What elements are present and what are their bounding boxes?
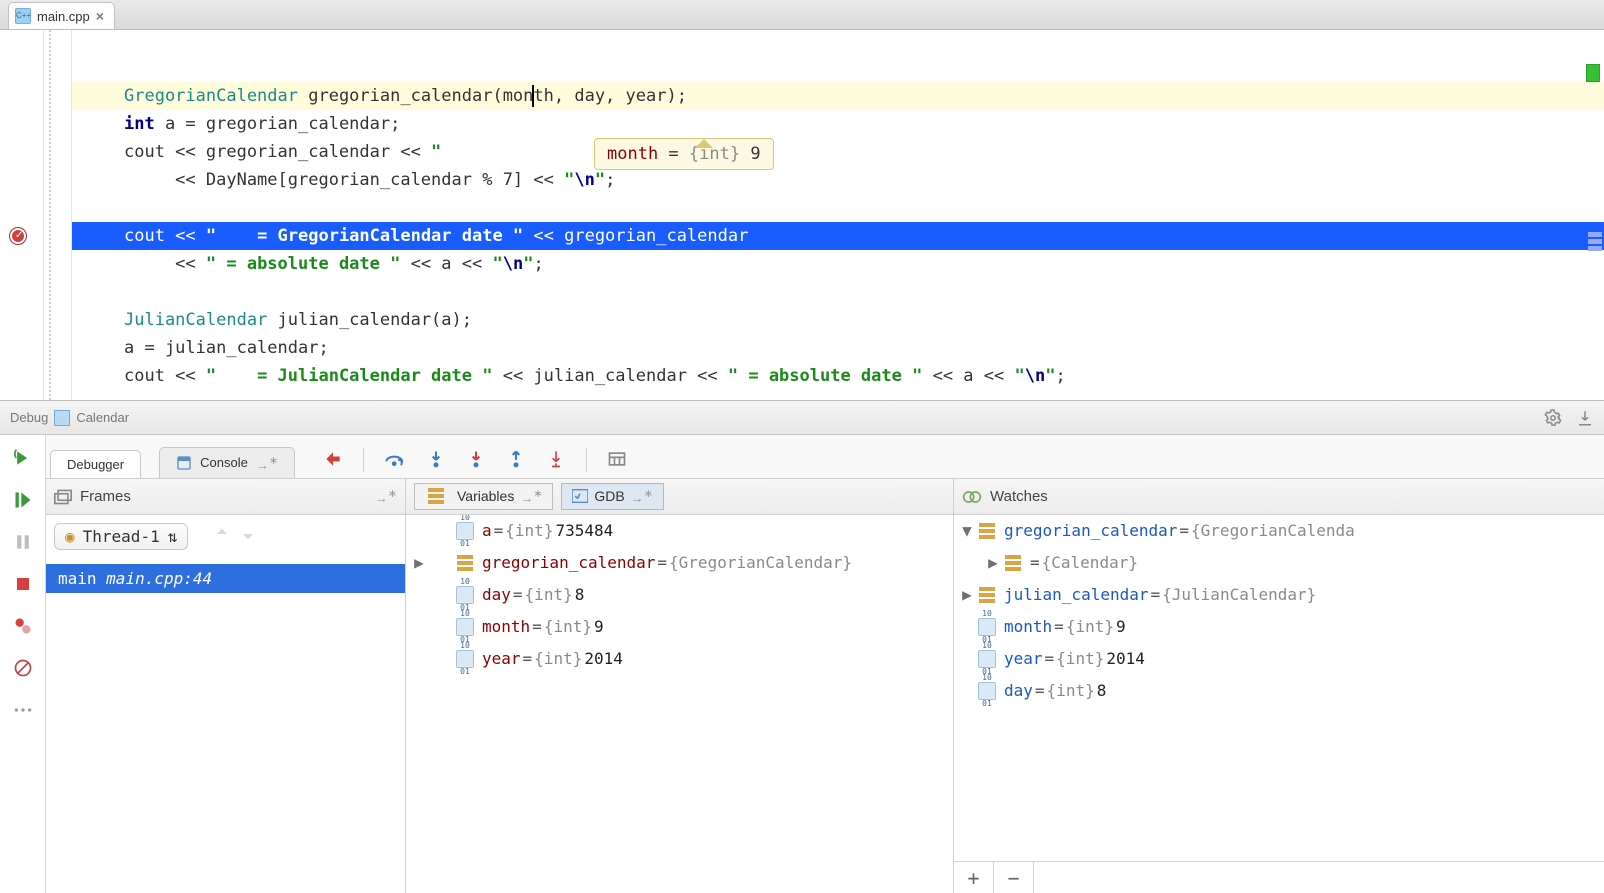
chevron-right-icon[interactable]: ▶ bbox=[960, 582, 974, 608]
add-watch-button[interactable]: + bbox=[954, 862, 994, 893]
run-config-icon bbox=[54, 410, 70, 426]
editor-gutter[interactable] bbox=[0, 30, 44, 400]
debug-label: Debug bbox=[10, 410, 48, 425]
stop-icon[interactable] bbox=[12, 573, 34, 595]
chevron-down-icon[interactable]: ▼ bbox=[960, 518, 974, 544]
tab-console[interactable]: Console →∗ bbox=[159, 447, 295, 478]
debug-value-tooltip: month = {int} 9 bbox=[594, 138, 774, 170]
watch-row[interactable]: ▶julian_calendar = {JulianCalendar} bbox=[954, 579, 1604, 611]
editor-tabbar: C++ main.cpp × bbox=[0, 0, 1604, 30]
show-execution-point-icon[interactable] bbox=[323, 449, 343, 472]
variables-tree[interactable]: 1001a = {int} 735484 ▶gregorian_calendar… bbox=[406, 515, 953, 893]
mute-breakpoints-icon[interactable] bbox=[12, 657, 34, 679]
object-icon bbox=[978, 522, 996, 540]
watch-row[interactable]: 1001month = {int} 9 bbox=[954, 611, 1604, 643]
watches-pane: Watches ▼gregorian_calendar = {Gregorian… bbox=[954, 479, 1604, 893]
watch-row[interactable]: ▶ = {Calendar} bbox=[954, 547, 1604, 579]
fold-column[interactable] bbox=[44, 30, 72, 400]
variable-row[interactable]: 1001day = {int} 8 bbox=[406, 579, 953, 611]
tab-gdb[interactable]: GDB→∗ bbox=[561, 483, 663, 509]
frames-title: Frames bbox=[80, 488, 131, 505]
primitive-icon: 1001 bbox=[456, 650, 474, 668]
gdb-icon bbox=[572, 489, 588, 503]
frames-icon bbox=[54, 489, 72, 505]
run-config-name: Calendar bbox=[76, 410, 129, 425]
cpp-file-icon: C++ bbox=[15, 8, 31, 24]
frame-list[interactable]: main main.cpp:44 bbox=[46, 564, 405, 593]
variable-row[interactable]: ▶gregorian_calendar = {GregorianCalendar… bbox=[406, 547, 953, 579]
chevron-right-icon[interactable]: ▶ bbox=[412, 550, 426, 576]
watches-tree[interactable]: ▼gregorian_calendar = {GregorianCalenda … bbox=[954, 515, 1604, 893]
pin-icon[interactable]: →∗ bbox=[375, 487, 397, 505]
resume-icon[interactable] bbox=[12, 489, 34, 511]
primitive-icon: 1001 bbox=[456, 522, 474, 540]
run-to-cursor-icon[interactable] bbox=[546, 449, 566, 472]
step-into-icon[interactable] bbox=[426, 449, 446, 472]
variable-row[interactable]: 1001year = {int} 2014 bbox=[406, 643, 953, 675]
step-over-icon[interactable] bbox=[384, 449, 406, 472]
close-icon[interactable]: × bbox=[96, 8, 104, 24]
watch-row[interactable]: ▼gregorian_calendar = {GregorianCalenda bbox=[954, 515, 1604, 547]
prev-frame-icon[interactable] bbox=[214, 526, 230, 546]
debug-panel: Debugger Console →∗ bbox=[0, 435, 1604, 893]
download-icon[interactable] bbox=[1576, 409, 1594, 427]
editor-tab-label: main.cpp bbox=[37, 9, 90, 24]
watch-row[interactable]: 1001day = {int} 8 bbox=[954, 675, 1604, 707]
analysis-marker-icon[interactable] bbox=[1586, 64, 1600, 82]
variables-pane: Variables→∗ GDB→∗ 1001a = {int} 735484 ▶… bbox=[406, 479, 954, 893]
code-area[interactable]: GregorianCalendar gregorian_calendar(mon… bbox=[72, 30, 1604, 400]
console-icon bbox=[176, 455, 192, 471]
overview-ruler[interactable] bbox=[1588, 230, 1602, 253]
code-editor[interactable]: GregorianCalendar gregorian_calendar(mon… bbox=[0, 30, 1604, 400]
debug-left-toolbar bbox=[0, 435, 46, 893]
watch-row[interactable]: 1001year = {int} 2014 bbox=[954, 643, 1604, 675]
thread-icon: ◉ bbox=[65, 527, 75, 546]
debug-toolwindow-header: Debug Calendar bbox=[0, 400, 1604, 435]
object-icon bbox=[1004, 554, 1022, 572]
primitive-icon: 1001 bbox=[978, 682, 996, 700]
variable-row[interactable]: 1001month = {int} 9 bbox=[406, 611, 953, 643]
view-breakpoints-icon[interactable] bbox=[12, 615, 34, 637]
tab-variables[interactable]: Variables→∗ bbox=[414, 483, 553, 509]
next-frame-icon[interactable] bbox=[240, 526, 256, 546]
chevron-right-icon[interactable]: ▶ bbox=[986, 550, 1000, 576]
pause-icon[interactable] bbox=[12, 531, 34, 553]
thread-selector[interactable]: ◉ Thread-1 ⇅ bbox=[54, 523, 188, 550]
watches-icon bbox=[962, 489, 982, 505]
editor-tab[interactable]: C++ main.cpp × bbox=[8, 2, 115, 29]
variable-row[interactable]: 1001a = {int} 735484 bbox=[406, 515, 953, 547]
remove-watch-button[interactable]: − bbox=[994, 862, 1034, 893]
watches-title: Watches bbox=[990, 488, 1048, 505]
rerun-icon[interactable] bbox=[12, 447, 34, 469]
more-icon[interactable] bbox=[12, 699, 34, 721]
frame-item[interactable]: main main.cpp:44 bbox=[46, 564, 405, 593]
step-out-icon[interactable] bbox=[506, 449, 526, 472]
gear-icon[interactable] bbox=[1544, 409, 1562, 427]
frames-pane: Frames →∗ ◉ Thread-1 ⇅ bbox=[46, 479, 406, 893]
evaluate-expression-icon[interactable] bbox=[607, 450, 627, 471]
chevron-updown-icon: ⇅ bbox=[168, 527, 178, 546]
tab-debugger[interactable]: Debugger bbox=[50, 450, 141, 478]
variables-icon bbox=[427, 487, 445, 505]
breakpoint-icon[interactable] bbox=[10, 228, 26, 244]
force-step-into-icon[interactable] bbox=[466, 449, 486, 472]
debug-tabs: Debugger Console →∗ bbox=[46, 435, 1604, 479]
